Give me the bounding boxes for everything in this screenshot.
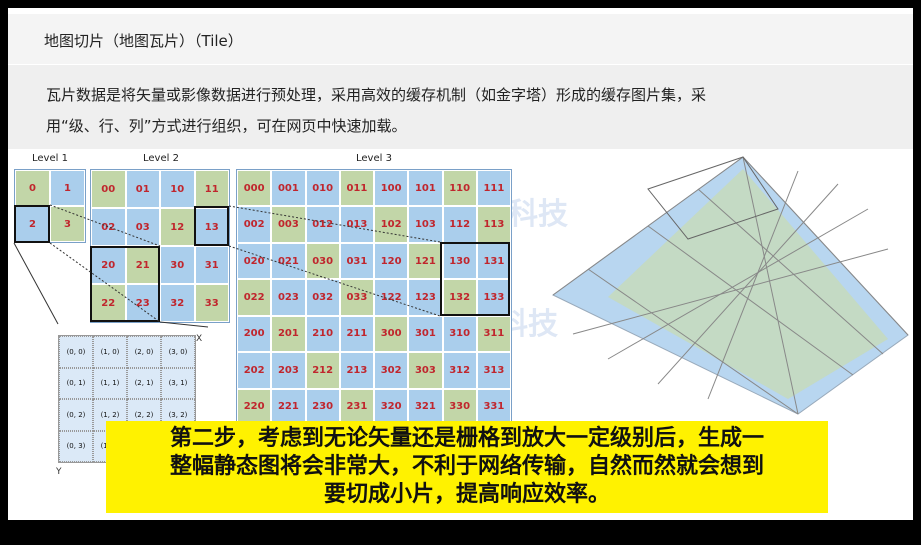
slide-title: 地图切片（地图瓦片）（Tile） — [44, 32, 243, 50]
axis-y-label: Y — [56, 467, 62, 477]
description-line-2: 用“级、行、列”方式进行组织，可在网页中快速加载。 — [46, 117, 407, 135]
slide: 地图切片（地图瓦片）（Tile） 瓦片数据是将矢量或影像数据进行预处理，采用高效… — [8, 8, 921, 520]
description-line-1: 瓦片数据是将矢量或影像数据进行预处理，采用高效的缓存机制（如金字塔）形成的缓存图… — [46, 86, 707, 104]
top-frame — [0, 0, 921, 8]
coordinate-tile: (1, 1) — [93, 367, 127, 399]
subtitle-line-3: 要切成小片，提高响应效率。 — [323, 482, 610, 507]
slide-header: 地图切片（地图瓦片）（Tile） — [8, 14, 921, 64]
coordinate-tile: (0, 0) — [59, 336, 93, 368]
coordinate-tile: (0, 2) — [59, 399, 93, 431]
coordinate-tile: (0, 1) — [59, 367, 93, 399]
axis-x-label: X — [196, 334, 203, 344]
coordinate-tile: (3, 1) — [161, 367, 195, 399]
description-block: 瓦片数据是将矢量或影像数据进行预处理，采用高效的缓存机制（如金字塔）形成的缓存图… — [8, 65, 921, 149]
coordinate-tile: (2, 1) — [127, 367, 161, 399]
description-text: 瓦片数据是将矢量或影像数据进行预处理，采用高效的缓存机制（如金字塔）形成的缓存图… — [46, 80, 886, 142]
subtitle-line-1: 第二步，考虑到无论矢量还是栅格到放大一定级别后，生成一 — [169, 426, 764, 451]
coordinate-tile: (3, 0) — [161, 336, 195, 368]
subtitle-line-2: 整幅静态图将会非常大，不利于网络传输，自然而然就会想到 — [169, 454, 764, 479]
bottom-frame — [0, 520, 921, 545]
coordinate-tile: (1, 0) — [93, 336, 127, 368]
caption-subtitle: 第二步，考虑到无论矢量还是栅格到放大一定级别后，生成一 整幅静态图将会非常大，不… — [106, 421, 828, 513]
right-frame — [913, 0, 921, 545]
coordinate-tile: (0, 3) — [59, 430, 93, 462]
coordinate-tile: (2, 0) — [127, 336, 161, 368]
